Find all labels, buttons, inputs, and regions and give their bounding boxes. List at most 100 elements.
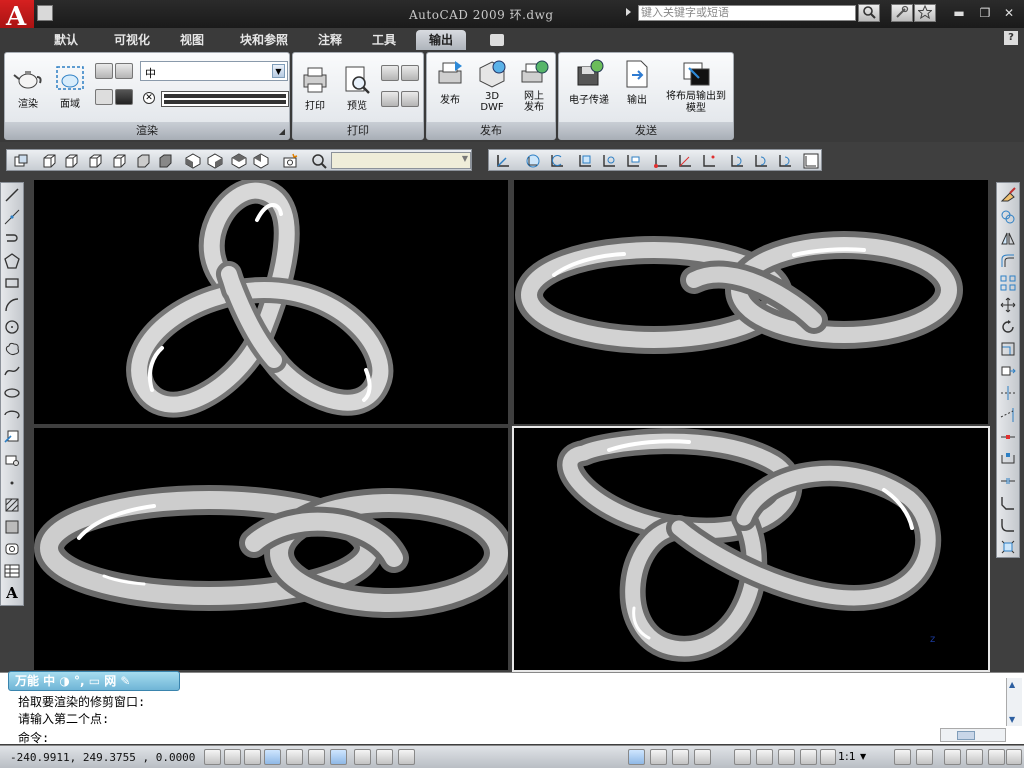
object-snap-tracking-toggle[interactable]	[308, 749, 325, 765]
minimize-button[interactable]: ▬	[952, 6, 966, 20]
named-view-select[interactable]: ▼	[331, 152, 471, 169]
ucs-view-icon[interactable]	[625, 153, 641, 169]
render-window-icon[interactable]	[115, 63, 133, 79]
annotation-scale-icon[interactable]	[820, 749, 836, 765]
view-manager-icon[interactable]	[311, 153, 327, 169]
page-setup-icon[interactable]	[381, 65, 399, 81]
object-snap-toggle[interactable]	[286, 749, 303, 765]
dynamic-input-toggle[interactable]	[354, 749, 371, 765]
multiline-text-icon[interactable]: A	[4, 584, 20, 602]
ucs-z-rotate-icon[interactable]	[777, 153, 793, 169]
insert-block-icon[interactable]	[4, 429, 20, 445]
ucs-object-icon[interactable]	[601, 153, 617, 169]
break-icon[interactable]	[1000, 451, 1016, 467]
steering-wheel-button[interactable]	[778, 749, 795, 765]
ucs-face-icon[interactable]	[577, 153, 593, 169]
tab-view[interactable]: 视图	[170, 30, 214, 50]
scale-icon[interactable]	[1000, 341, 1016, 357]
sw-iso-view-icon[interactable]	[185, 153, 201, 169]
help-button[interactable]: ?	[1004, 31, 1018, 45]
polygon-icon[interactable]	[4, 253, 20, 269]
rectangle-icon[interactable]	[4, 275, 20, 291]
auto-add-scales-toggle[interactable]	[916, 749, 933, 765]
se-iso-view-icon[interactable]	[207, 153, 223, 169]
rotate-icon[interactable]	[1000, 319, 1016, 335]
scroll-up-icon[interactable]: ▲	[1009, 680, 1015, 689]
subscription-center-button[interactable]	[891, 4, 913, 22]
preview-button[interactable]: 预览	[339, 65, 375, 112]
camera-icon[interactable]	[283, 153, 299, 169]
quick-properties-toggle[interactable]	[398, 749, 415, 765]
ucs-previous-icon[interactable]	[549, 153, 565, 169]
region-icon[interactable]	[4, 541, 20, 557]
command-prompt[interactable]: 命令:	[18, 729, 49, 746]
search-input[interactable]: 键入关键字或短语	[638, 5, 856, 21]
back-view-icon[interactable]	[157, 153, 173, 169]
workspace-switching-icon[interactable]	[944, 749, 961, 765]
render-button[interactable]: 渲染	[11, 63, 45, 110]
copy-icon[interactable]	[1000, 209, 1016, 225]
lineweight-toggle[interactable]	[376, 749, 393, 765]
arc-icon[interactable]	[4, 297, 20, 313]
ucs-world-icon[interactable]	[525, 153, 541, 169]
annotation-visibility-toggle[interactable]	[894, 749, 911, 765]
3d-dwf-button[interactable]: 3D DWF	[473, 59, 511, 113]
tab-tools[interactable]: 工具	[362, 30, 406, 50]
quick-access-button[interactable]	[37, 5, 53, 21]
revision-cloud-icon[interactable]	[4, 341, 20, 357]
ucs-apply-icon[interactable]	[803, 153, 819, 169]
command-scrollbar[interactable]: ▲ ▼	[1006, 678, 1022, 726]
search-expand-icon[interactable]	[626, 8, 631, 16]
make-block-icon[interactable]	[4, 451, 20, 467]
chamfer-icon[interactable]	[1000, 495, 1016, 511]
dynamic-ucs-toggle[interactable]	[330, 749, 347, 765]
export-button[interactable]: 输出	[617, 59, 657, 106]
tab-default[interactable]: 默认	[42, 30, 90, 50]
render-presets-icon[interactable]	[95, 63, 113, 79]
model-button[interactable]	[628, 749, 645, 765]
close-button[interactable]: ✕	[1002, 6, 1016, 20]
ucs-origin-icon[interactable]	[653, 153, 669, 169]
chevron-down-icon[interactable]: ▼	[860, 752, 866, 761]
top-view-icon[interactable]	[41, 153, 57, 169]
polar-tracking-toggle[interactable]	[264, 749, 281, 765]
render-region-button[interactable]: 面域	[53, 63, 87, 110]
right-view-icon[interactable]	[111, 153, 127, 169]
status-bar-menu-icon[interactable]	[988, 749, 1005, 765]
showmotion-button[interactable]	[800, 749, 817, 765]
render-environment-icon[interactable]	[95, 89, 113, 105]
join-icon[interactable]	[1000, 473, 1016, 489]
render-quality-select[interactable]: 中 ▼	[140, 61, 288, 81]
circle-icon[interactable]	[4, 319, 20, 335]
lock-icon[interactable]	[966, 749, 983, 765]
tab-output[interactable]: 输出	[416, 30, 466, 50]
trim-icon[interactable]	[1000, 385, 1016, 401]
move-icon[interactable]	[1000, 297, 1016, 313]
ime-toolbar[interactable]: 万能 中 ◑ °, ▭ 网 ✎	[8, 671, 180, 691]
left-view-icon[interactable]	[87, 153, 103, 169]
explode-icon[interactable]	[1000, 539, 1016, 555]
ucs-icon[interactable]	[495, 153, 511, 169]
publish-to-web-button[interactable]: 网上 发布	[515, 59, 553, 113]
mirror-icon[interactable]	[1000, 231, 1016, 247]
tab-options-dropdown-icon[interactable]	[490, 34, 504, 46]
table-icon[interactable]	[4, 563, 20, 579]
gradient-icon[interactable]	[4, 519, 20, 535]
polyline-icon[interactable]	[4, 231, 20, 247]
named-views-icon[interactable]	[13, 153, 29, 169]
erase-icon[interactable]	[1000, 187, 1016, 203]
scroll-thumb[interactable]	[957, 731, 975, 740]
front-view-icon[interactable]	[135, 153, 151, 169]
favorites-button[interactable]	[914, 4, 936, 22]
command-horizontal-scrollbar[interactable]	[940, 728, 1006, 742]
publish-button[interactable]: 发布	[431, 59, 469, 106]
viewport-left[interactable]	[34, 428, 508, 670]
tab-visualize[interactable]: 可视化	[104, 30, 160, 50]
ellipse-arc-icon[interactable]	[4, 407, 20, 423]
ellipse-icon[interactable]	[4, 385, 20, 401]
layout-button[interactable]	[650, 749, 667, 765]
search-button[interactable]	[858, 4, 880, 22]
offset-icon[interactable]	[1000, 253, 1016, 269]
line-icon[interactable]	[4, 187, 20, 203]
hatch-icon[interactable]	[4, 497, 20, 513]
